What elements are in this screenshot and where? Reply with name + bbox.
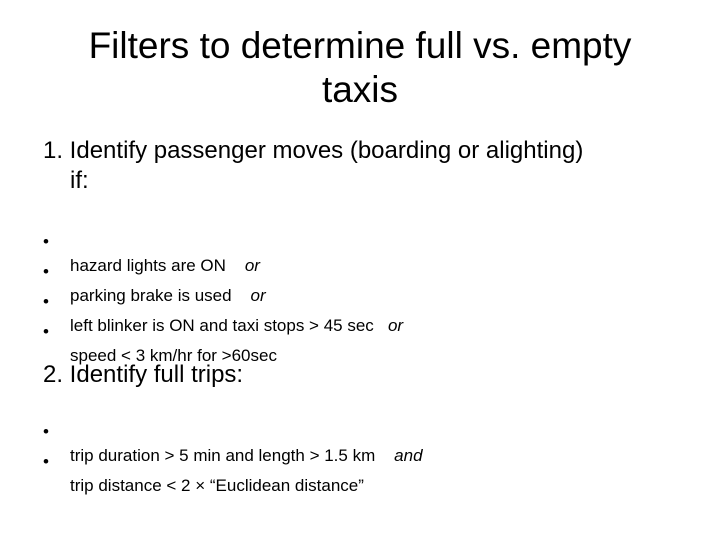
- section-2-bullet-list: • trip duration > 5 min and length > 1.5…: [43, 396, 423, 495]
- bullet-text: hazard lights are ON: [70, 256, 226, 275]
- bullet-icon: •: [43, 322, 49, 341]
- list-item: • trip duration > 5 min and length > 1.5…: [43, 396, 423, 465]
- section-1-heading-line-1: 1. Identify passenger moves (boarding or…: [43, 137, 584, 164]
- list-item: • parking brake is used or: [43, 236, 266, 305]
- section-1-bullet-list: • hazard lights are ON or • parking brak…: [43, 206, 403, 365]
- bullet-connector: or: [244, 256, 260, 275]
- section-1-heading-line-2: if:: [70, 167, 89, 194]
- title-line-1: Filters to determine full vs. empty: [88, 25, 632, 66]
- slide-title: Filters to determine full vs. empty taxi…: [0, 24, 720, 112]
- list-item: • left blinker is ON and taxi stops > 45…: [43, 266, 403, 335]
- bullet-text: left blinker is ON and taxi stops > 45 s…: [70, 316, 374, 335]
- bullet-connector: or: [250, 286, 266, 305]
- bullet-text: trip distance < 2 × “Euclidean distance”: [70, 476, 364, 495]
- title-line-2: taxis: [321, 69, 399, 110]
- bullet-text: parking brake is used: [70, 286, 232, 305]
- bullet-icon: •: [43, 452, 49, 471]
- bullet-connector: or: [387, 316, 404, 335]
- list-item: • speed < 3 km/hr for >60sec: [43, 296, 277, 365]
- list-item: • trip distance < 2 × “Euclidean distanc…: [43, 426, 364, 495]
- bullet-connector: and: [394, 446, 423, 465]
- section-1-heading: 1. Identify passenger moves (boarding or…: [43, 136, 583, 196]
- list-item: • hazard lights are ON or: [43, 206, 260, 275]
- section-2-heading: 2. Identify full trips:: [43, 361, 244, 388]
- bullet-text: trip duration > 5 min and length > 1.5 k…: [70, 446, 376, 465]
